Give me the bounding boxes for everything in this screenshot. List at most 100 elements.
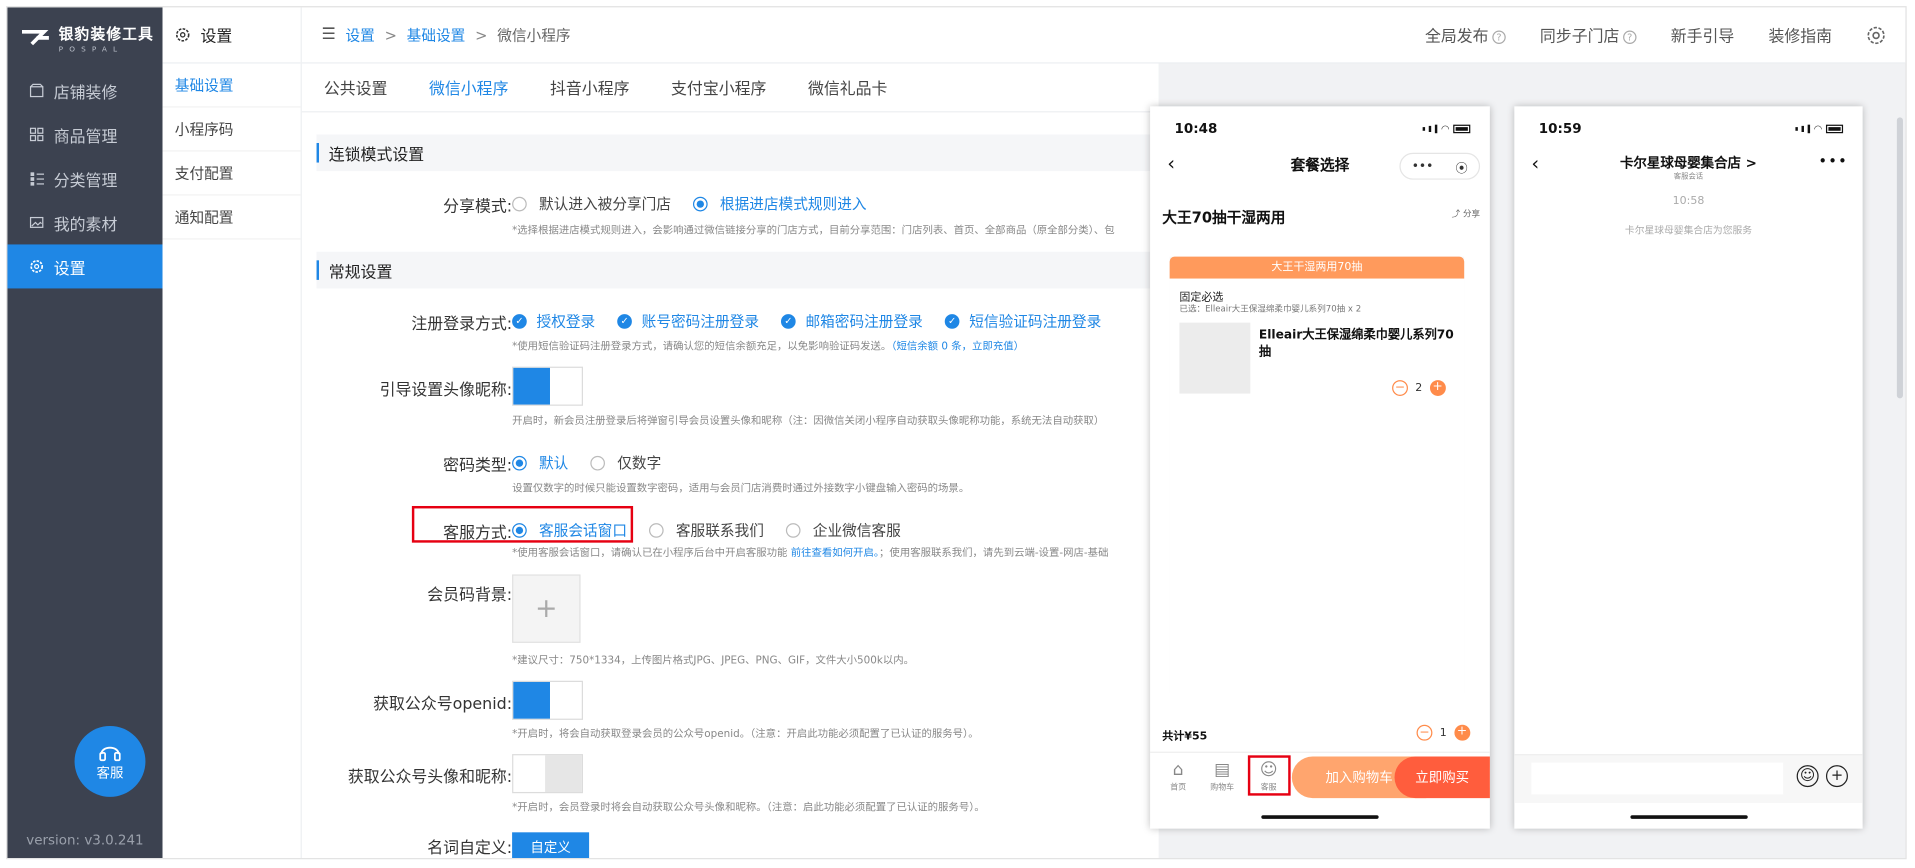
share-button[interactable]: ⤴ 分享: [1452, 208, 1480, 220]
close-circle-icon[interactable]: ⦿: [1456, 157, 1468, 175]
cs-option-wecom[interactable]: 企业微信客服: [785, 519, 901, 540]
minus-button[interactable]: −: [1392, 380, 1408, 396]
plus-icon[interactable]: +: [1825, 765, 1848, 788]
help-icon[interactable]: ?: [1623, 30, 1637, 44]
section-general: 常规设置: [316, 251, 1159, 289]
breadcrumb: ☰ 设置 > 基础设置 > 微信小程序: [321, 24, 570, 45]
item-stepper: −2 +: [1392, 380, 1446, 396]
breadcrumb-item[interactable]: 设置: [345, 24, 374, 45]
radio[interactable]: [590, 455, 606, 470]
subnav-item-qrcode[interactable]: 小程序码: [162, 108, 301, 152]
profile-label: 获取公众号头像和昵称:: [347, 768, 513, 788]
global-publish-button[interactable]: 全局发布?: [1425, 23, 1506, 46]
status-time: 10:48: [1174, 120, 1218, 137]
customize-button[interactable]: 自定义: [512, 832, 590, 858]
check-icon[interactable]: ✓: [944, 313, 960, 329]
sms-recharge-link[interactable]: （短信余额 0 条，立即充值）: [891, 341, 1024, 353]
openid-hint: *开启时，将会自动获取登录会员的公众号openid。（注意：开启此功能必须配置了…: [512, 728, 979, 741]
nav-item-materials[interactable]: 我的素材: [7, 200, 162, 244]
battery-icon: [1453, 124, 1471, 134]
menu-icon[interactable]: ☰: [321, 26, 335, 44]
radio[interactable]: [693, 196, 708, 211]
package-header: 大王干湿两用70抽: [1169, 256, 1465, 279]
customer-service-button[interactable]: 客服: [74, 725, 146, 797]
settings-form: 连锁模式设置 分享模式: 默认进入被分享门店 根据进店模式规则进入 *选择根据进…: [301, 112, 1159, 858]
hint-text: *使用客服会话窗口，请确认已在小程序后台中开启客服功能: [512, 547, 788, 560]
register-option-email[interactable]: ✓ 邮箱密码注册登录: [781, 310, 923, 331]
radio[interactable]: [785, 522, 801, 538]
phone-preview-chat: 10:59 ◠ ‹ 卡尔星球母婴集合店 > 客服会话 ••• 10:58 卡尔星…: [1514, 106, 1863, 829]
check-icon[interactable]: ✓: [617, 313, 632, 329]
beginner-guide-button[interactable]: 新手引导: [1671, 23, 1735, 46]
nav-item-products[interactable]: 商品管理: [7, 112, 162, 156]
help-icon[interactable]: ?: [1492, 30, 1506, 44]
cs-option-contact[interactable]: 客服联系我们: [649, 519, 764, 540]
tab-alipay[interactable]: 支付宝小程序: [671, 76, 766, 99]
chat-input[interactable]: [1531, 762, 1784, 795]
product-title: 大王70抽干湿两用: [1162, 208, 1286, 227]
nav-item-store-decor[interactable]: 店铺装修: [7, 68, 162, 112]
profile-hint: *开启时，会员登录时将会自动获取公众号头像和昵称。（注意：启此功能必须配置了已认…: [512, 801, 985, 814]
register-option-account[interactable]: ✓ 账号密码注册登录: [617, 310, 759, 331]
tab-douyin[interactable]: 抖音小程序: [550, 76, 629, 99]
radio[interactable]: [649, 522, 664, 538]
share-mode-option-default[interactable]: 默认进入被分享门店: [512, 193, 671, 214]
radio[interactable]: [512, 455, 527, 470]
plus-button[interactable]: +: [1454, 724, 1470, 741]
grid-icon: [29, 127, 44, 142]
option-label: 账号密码注册登录: [641, 312, 760, 330]
share-mode-label: 分享模式:: [443, 197, 513, 217]
check-icon[interactable]: ✓: [781, 313, 796, 329]
subnav-item-payment[interactable]: 支付配置: [162, 152, 301, 196]
more-icon[interactable]: •••: [1412, 159, 1434, 172]
nav-item-label: 我的素材: [53, 215, 118, 235]
home-indicator: [1629, 815, 1748, 819]
scrollbar[interactable]: [1896, 117, 1903, 399]
nav-item-categories[interactable]: 分类管理: [7, 156, 162, 200]
how-to-enable-link[interactable]: 前往查看如何开启。: [791, 548, 879, 560]
app-window: 银豹装修工具 POSPAL 店铺装修 商品管理 分类管理 我的素材 设置 客服: [6, 6, 1907, 860]
decor-guide-button[interactable]: 装修指南: [1769, 23, 1833, 46]
subnav-item-notify[interactable]: 通知配置: [162, 196, 301, 240]
sync-stores-button[interactable]: 同步子门店?: [1540, 23, 1637, 46]
register-label: 注册登录方式:: [411, 315, 513, 334]
platform-tabs: 公共设置 微信小程序 抖音小程序 支付宝小程序 微信礼品卡: [301, 63, 1159, 113]
logo-sub: POSPAL: [58, 44, 124, 54]
register-option-sms[interactable]: ✓ 短信验证码注册登录: [944, 310, 1101, 331]
hint-text: *使用短信验证码注册登录方式，请确认您的短信余额充足，以免影响验证码发送。: [512, 340, 892, 354]
tab-wechat[interactable]: 微信小程序: [429, 76, 508, 99]
openid-toggle[interactable]: [512, 680, 583, 720]
avatar-guide-label: 引导设置头像昵称:: [379, 381, 513, 400]
password-option-default[interactable]: 默认: [512, 452, 568, 473]
breadcrumb-item[interactable]: 基础设置: [407, 24, 466, 45]
password-option-digits[interactable]: 仅数字: [590, 452, 661, 473]
nav-cart[interactable]: ▤ 购物车: [1204, 760, 1241, 792]
buy-now-button[interactable]: 立即购买: [1394, 756, 1490, 799]
minus-button[interactable]: −: [1416, 724, 1433, 741]
nav-item-label: 店铺装修: [53, 83, 118, 103]
status-icons: ◠: [1795, 123, 1844, 134]
check-icon[interactable]: ✓: [512, 313, 527, 329]
nav-item-settings[interactable]: 设置: [7, 244, 163, 289]
plus-button[interactable]: +: [1429, 380, 1446, 396]
subnav-item-basic[interactable]: 基础设置: [162, 64, 301, 108]
more-icon[interactable]: •••: [1818, 153, 1848, 170]
mini-capsule[interactable]: ••• ⦿: [1399, 152, 1481, 180]
total-qty: 1: [1439, 726, 1447, 739]
upload-image-button[interactable]: +: [512, 574, 581, 643]
nav-item-label: 分类管理: [53, 171, 118, 191]
profile-toggle[interactable]: [512, 754, 583, 794]
tab-common[interactable]: 公共设置: [324, 76, 388, 99]
share-mode-option-rule[interactable]: 根据进店模式规则进入: [693, 193, 867, 214]
tab-gift-card[interactable]: 微信礼品卡: [808, 76, 887, 99]
radio[interactable]: [512, 196, 527, 211]
emoji-icon[interactable]: ☺: [1796, 765, 1819, 788]
option-label: 企业微信客服: [812, 521, 901, 539]
nav-home[interactable]: ⌂ 首页: [1160, 760, 1197, 792]
customer-service-hint: *使用客服会话窗口，请确认已在小程序后台中开启客服功能 前往查看如何开启。；使用…: [512, 545, 1108, 560]
selected-label: 已选：Elleair大王保湿绵柔巾婴儿系列70抽 x 2: [1179, 304, 1362, 315]
register-option-auth[interactable]: ✓ 授权登录: [512, 310, 595, 331]
settings-gear-icon[interactable]: [1866, 25, 1886, 45]
logo-name: 银豹装修工具: [58, 25, 155, 43]
avatar-guide-toggle[interactable]: [512, 366, 583, 406]
